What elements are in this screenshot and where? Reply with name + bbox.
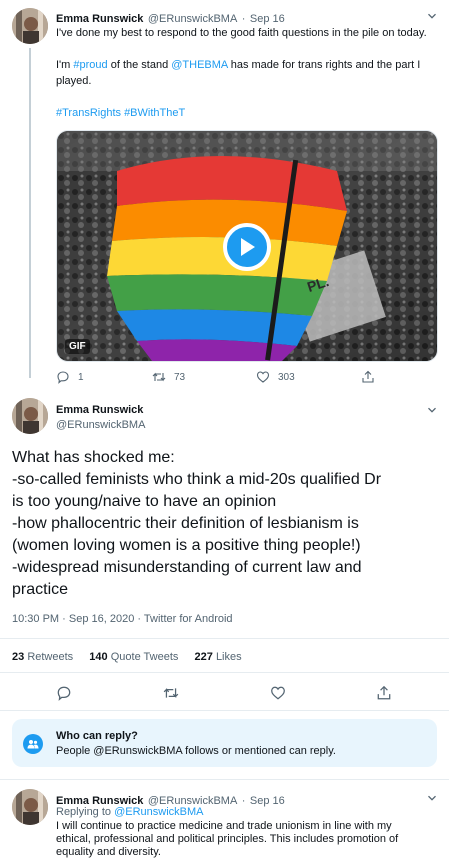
- retweet-icon[interactable]: [163, 685, 179, 701]
- like-count: 303: [278, 371, 295, 383]
- retweets-stat[interactable]: 23 Retweets: [12, 651, 73, 663]
- gif-media[interactable]: PL. GIF: [56, 130, 438, 362]
- play-icon: [241, 238, 255, 256]
- tweet-line: ethical, professional and political prin…: [56, 833, 399, 845]
- tweet-line: -widespread misunderstanding of current …: [12, 559, 362, 576]
- author-name[interactable]: Emma Runswick: [56, 404, 143, 416]
- tweet-line: What has shocked me:: [12, 449, 175, 466]
- tweet-line: -so-called feminists who think a mid-20s…: [12, 471, 382, 488]
- quote-tweets-stat[interactable]: 140 Quote Tweets: [89, 651, 178, 663]
- who-can-reply-text: People @ERunswickBMA follows or mentione…: [56, 745, 336, 757]
- tweet-paragraph: I'm #proud of the stand @THEBMA has made…: [56, 59, 421, 87]
- author-handle[interactable]: @ERunswickBMA: [148, 13, 237, 25]
- people-icon: [23, 734, 43, 754]
- tweet-line: is too young/naive to have an opinion: [12, 493, 277, 510]
- tweet-text: I will continue to practice medicine and…: [56, 820, 456, 859]
- reply-count: 1: [78, 371, 84, 383]
- tweet-timestamp[interactable]: 10:30 PM · Sep 16, 2020 · Twitter for An…: [12, 613, 233, 625]
- retweet-icon: [152, 372, 166, 382]
- tweet-line: -how phallocentric their definition of l…: [12, 515, 359, 532]
- chevron-down-icon[interactable]: [427, 793, 437, 803]
- like-button[interactable]: 303: [256, 370, 295, 384]
- reply-button[interactable]: 1: [56, 370, 84, 384]
- retweet-button[interactable]: 73: [152, 370, 185, 384]
- avatar[interactable]: [12, 398, 48, 434]
- author-name[interactable]: Emma Runswick: [56, 13, 143, 25]
- main-tweet-text: What has shocked me: -so-called feminist…: [12, 447, 452, 601]
- avatar[interactable]: [12, 8, 48, 44]
- share-icon[interactable]: [361, 370, 375, 384]
- divider: [0, 638, 449, 639]
- tweet-stats: 23 Retweets 140 Quote Tweets 227 Likes: [12, 651, 242, 663]
- reply-icon[interactable]: [56, 685, 72, 701]
- who-can-reply-title: Who can reply?: [56, 730, 138, 742]
- replying-to: Replying to @ERunswickBMA: [56, 806, 204, 818]
- share-icon[interactable]: [376, 685, 392, 701]
- gif-badge: GIF: [65, 339, 90, 354]
- reply-icon: [57, 371, 69, 384]
- tweet-line: practice: [12, 581, 69, 598]
- tweet-date[interactable]: Sep 16: [250, 13, 285, 25]
- divider: [0, 672, 449, 673]
- tweet-paragraph: I've done my best to respond to the good…: [56, 27, 427, 39]
- chevron-down-icon[interactable]: [427, 11, 437, 21]
- retweet-count: 73: [174, 371, 186, 383]
- mention-link[interactable]: @THEBMA: [171, 59, 227, 71]
- chevron-down-icon[interactable]: [427, 405, 437, 415]
- mention-link[interactable]: @ERunswickBMA: [114, 806, 203, 818]
- tweet-line: I will continue to practice medicine and…: [56, 820, 392, 832]
- likes-stat[interactable]: 227 Likes: [195, 651, 242, 663]
- hashtag-link[interactable]: #proud: [73, 59, 107, 71]
- tweet-date[interactable]: Sep 16: [250, 795, 285, 807]
- tweet-line: equality and diversity.: [56, 846, 161, 858]
- tweet-line: (women loving women is a positive thing …: [12, 537, 361, 554]
- thread-line: [29, 48, 31, 378]
- hashtags-link[interactable]: #TransRights #BWithTheT: [56, 105, 436, 121]
- author-handle[interactable]: @ERunswickBMA: [56, 419, 145, 431]
- avatar[interactable]: [12, 789, 48, 825]
- like-icon: [256, 371, 270, 383]
- divider: [0, 710, 449, 711]
- who-can-reply-box: Who can reply? People @ERunswickBMA foll…: [12, 719, 437, 767]
- tweet-text: I've done my best to respond to the good…: [56, 25, 436, 121]
- play-button[interactable]: [223, 223, 271, 271]
- like-icon[interactable]: [270, 685, 286, 701]
- divider: [0, 779, 449, 780]
